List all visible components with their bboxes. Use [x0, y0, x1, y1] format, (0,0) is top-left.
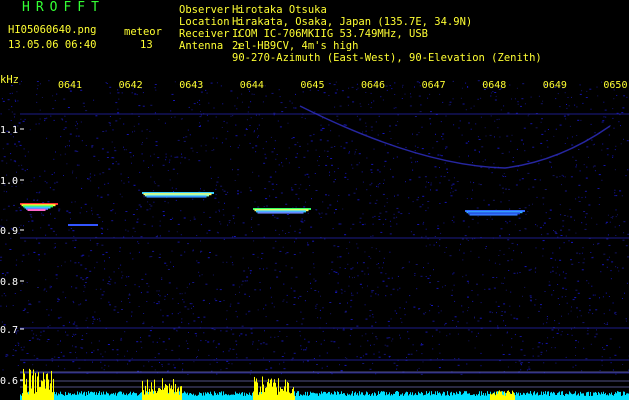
spectrogram: 0641 0642 0643 0644 0645 0646 0647 0648 0649 0650… — [0, 76, 629, 400]
info-values: Hirotaka Otsuka Hirakata, Osaka, Japan (… — [232, 4, 542, 64]
freq-tick-0-6: 0.6 — [0, 376, 18, 387]
freq-tick-1-1: 1.1 — [0, 125, 18, 136]
time-tick-0650: 0650 — [603, 80, 627, 91]
time-tick-0646: 0646 — [361, 80, 385, 91]
time-tick-0649: 0649 — [543, 80, 567, 91]
doppler-trace — [299, 105, 611, 169]
freq-tick-0-8: 0.8 — [0, 277, 18, 288]
meteor-echo-3 — [253, 208, 311, 214]
meteor-count: 13 — [140, 39, 153, 51]
spectrogram-canvas: 0641 0642 0643 0644 0645 0646 0647 0648 0649 0650… — [0, 80, 629, 400]
app-title: HROFFT — [22, 0, 105, 15]
time-tick-0644: 0644 — [240, 80, 264, 91]
time-tick-0648: 0648 — [482, 80, 506, 91]
meteor-echo-2 — [142, 192, 214, 198]
freq-tick-0-7: 0.7 — [0, 325, 18, 336]
noise-field — [0, 80, 629, 375]
meteor-echo-1 — [20, 203, 58, 211]
meteor-echo-4 — [465, 210, 525, 216]
freq-tick-1-0: 1.0 — [0, 176, 18, 187]
weak-echo — [68, 224, 98, 226]
freq-tick-0-9: 0.9 — [0, 226, 18, 237]
time-tick-0647: 0647 — [422, 80, 446, 91]
timestamp: 13.05.06 06:40 — [8, 39, 97, 51]
time-tick-0645: 0645 — [300, 80, 324, 91]
time-tick-0643: 0643 — [179, 80, 203, 91]
meteor-label: meteor — [124, 26, 162, 38]
time-tick-0641: 0641 — [58, 80, 82, 91]
file-name: HI05060640.png — [8, 24, 97, 36]
time-tick-0642: 0642 — [119, 80, 143, 91]
